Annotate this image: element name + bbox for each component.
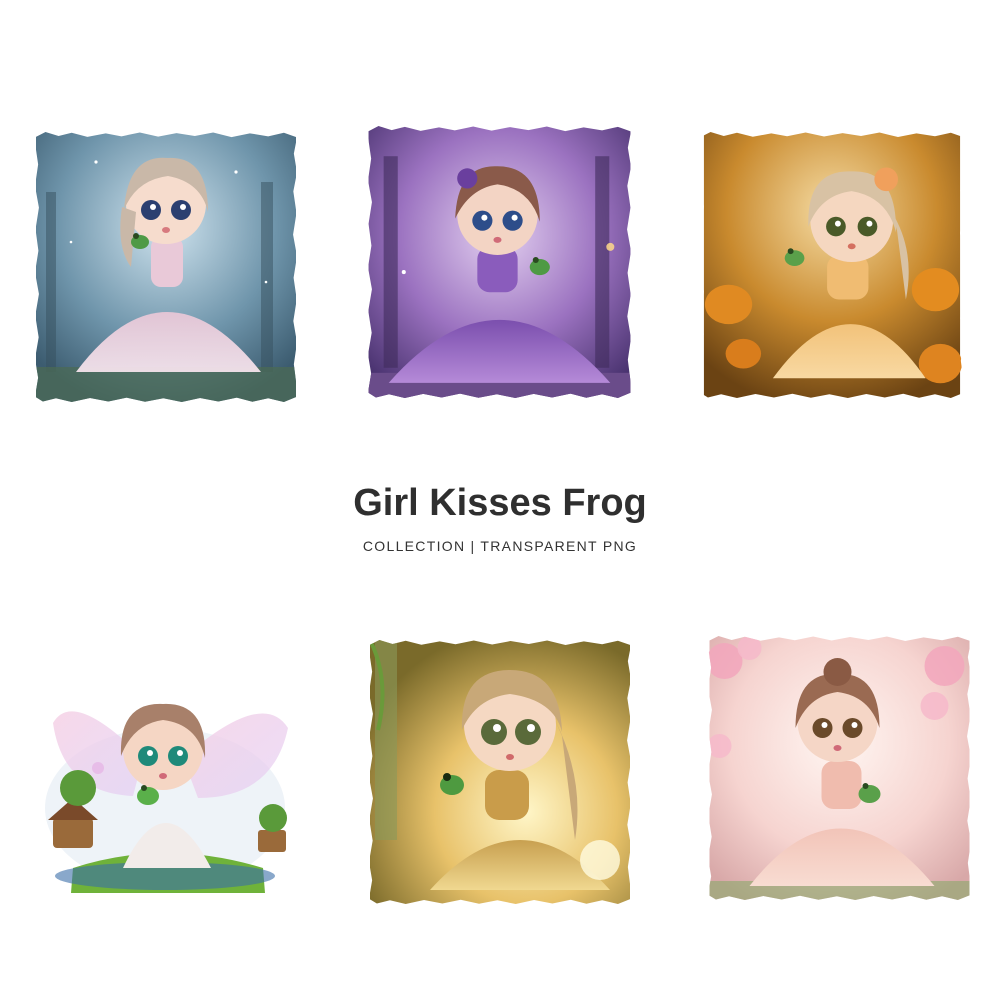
product-image-4: [33, 668, 297, 898]
girl-frog-blue-forest-illustration: [36, 132, 296, 402]
girl-frog-pumpkin-patch-illustration: [703, 132, 963, 398]
girl-frog-golden-light-illustration: [369, 640, 630, 904]
product-image-6: [708, 636, 971, 900]
page-subtitle: COLLECTION | TRANSPARENT PNG: [362, 538, 638, 554]
girl-frog-cherry-blossom-illustration: [708, 636, 970, 900]
page-title: Girl Kisses Frog: [353, 482, 647, 524]
girl-frog-purple-forest-illustration: [368, 126, 631, 398]
product-image-2: [368, 126, 631, 398]
product-image-1: [35, 132, 297, 402]
product-image-5: [369, 640, 631, 904]
fairy-girl-frog-meadow-illustration: [33, 668, 297, 898]
product-image-3: [700, 132, 964, 398]
